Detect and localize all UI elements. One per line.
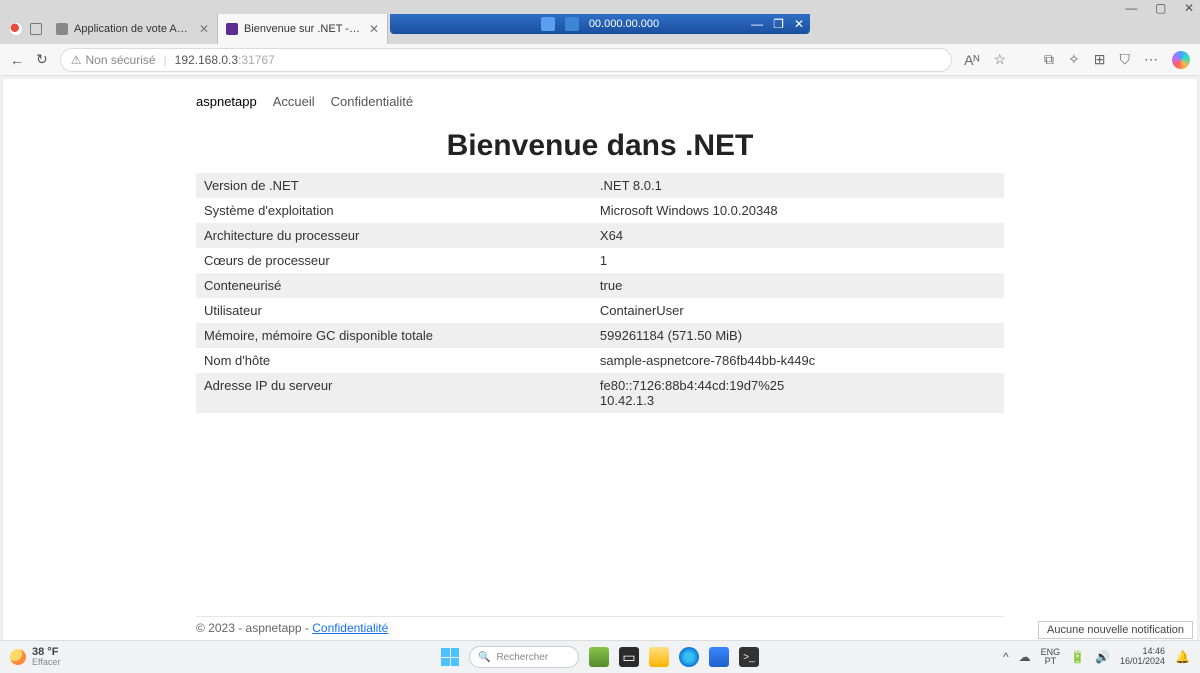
info-value: Microsoft Windows 10.0.20348 <box>592 198 1004 223</box>
taskbar-app-edge[interactable] <box>679 647 699 667</box>
back-button[interactable]: ← <box>10 52 24 68</box>
browser-addressbar: ← ↻ ⚠ Non sécurisé | 192.168.0.3:31767 A… <box>0 44 1200 76</box>
table-row: UtilisateurContainerUser <box>196 298 1004 323</box>
tray-language[interactable]: ENG PT <box>1041 648 1061 666</box>
taskbar-app-terminal[interactable]: >_ <box>739 647 759 667</box>
info-table: Version de .NET.NET 8.0.1Système d'explo… <box>196 173 1004 413</box>
reload-button[interactable]: ↻ <box>36 51 48 68</box>
table-row: Nom d'hôtesample-aspnetcore-786fb44bb-k4… <box>196 348 1004 373</box>
page-content: aspnetapp Accueil Confidentialité Bienve… <box>2 78 1198 642</box>
start-button[interactable] <box>441 648 459 666</box>
window-minimize[interactable]: — <box>1125 1 1137 15</box>
tab-title: Bienvenue sur .NET - aspnet... <box>244 23 363 35</box>
info-value: true <box>592 273 1004 298</box>
search-icon: 🔍 <box>478 652 490 663</box>
info-value: sample-aspnetcore-786fb44bb-k449c <box>592 348 1004 373</box>
page-icon <box>226 23 238 35</box>
info-key: Mémoire, mémoire GC disponible totale <box>196 323 592 348</box>
table-row: Mémoire, mémoire GC disponible totale599… <box>196 323 1004 348</box>
rdp-connection-bar[interactable]: 00.000.00.000 — ❐ ✕ <box>390 14 810 34</box>
window-close[interactable]: ✕ <box>1184 1 1194 15</box>
table-row: Système d'exploitationMicrosoft Windows … <box>196 198 1004 223</box>
table-row: Version de .NET.NET 8.0.1 <box>196 173 1004 198</box>
window-maximize[interactable]: ▢ <box>1155 1 1166 15</box>
read-aloud-icon[interactable]: Aᴺ <box>964 52 979 68</box>
collections-icon[interactable]: ⊞ <box>1094 51 1106 68</box>
tray-battery-icon[interactable]: 🔋 <box>1070 650 1085 664</box>
rdp-minimize[interactable]: — <box>751 17 763 31</box>
info-key: Architecture du processeur <box>196 223 592 248</box>
tabs-overview-icon[interactable] <box>30 23 42 35</box>
windows-taskbar: 38 °F Effacer 🔍 Rechercher ▭ >_ ^ ☁ ENG … <box>0 640 1200 673</box>
warning-icon: ⚠ <box>71 53 82 67</box>
info-value: 599261184 (571.50 MiB) <box>592 323 1004 348</box>
more-menu-icon[interactable]: ⋯ <box>1144 51 1158 68</box>
rdp-restore[interactable]: ❐ <box>773 17 784 31</box>
info-key: Système d'exploitation <box>196 198 592 223</box>
nav-home[interactable]: Accueil <box>273 94 315 109</box>
weather-label: Effacer <box>32 658 60 667</box>
info-key: Version de .NET <box>196 173 592 198</box>
taskbar-app-explorer[interactable] <box>649 647 669 667</box>
tray-clock[interactable]: 14:46 16/01/2024 <box>1120 647 1165 667</box>
taskbar-app-store[interactable] <box>709 647 729 667</box>
tab-title: Application de vote Azure <box>74 23 193 35</box>
taskbar-app-taskview[interactable]: ▭ <box>619 647 639 667</box>
table-row: Cœurs de processeur1 <box>196 248 1004 273</box>
tray-volume-icon[interactable]: 🔊 <box>1095 650 1110 664</box>
tab-azure-voting[interactable]: Application de vote Azure ✕ <box>48 14 218 44</box>
rdp-signal-icon <box>565 17 579 31</box>
browser-tabstrip: Application de vote Azure ✕ Bienvenue su… <box>0 14 1200 44</box>
tray-notifications-icon[interactable]: 🔔 <box>1175 650 1190 664</box>
close-icon[interactable]: ✕ <box>369 22 379 36</box>
info-key: Nom d'hôte <box>196 348 592 373</box>
page-icon <box>56 23 68 35</box>
tray-chevron-icon[interactable]: ^ <box>1003 650 1009 664</box>
profile-icon[interactable] <box>10 23 22 35</box>
table-row: Conteneurisétrue <box>196 273 1004 298</box>
split-screen-icon[interactable]: ⧉ <box>1044 51 1054 68</box>
brand[interactable]: aspnetapp <box>196 94 257 109</box>
info-value: fe80::7126:88b4:44cd:19d7%25 10.42.1.3 <box>592 373 1004 413</box>
table-row: Architecture du processeurX64 <box>196 223 1004 248</box>
page-footer: © 2023 - aspnetapp - Confidentialité <box>196 616 1004 635</box>
rdp-ip: 00.000.00.000 <box>589 18 659 30</box>
favorites-icon[interactable]: ✧ <box>1068 51 1080 68</box>
extensions-icon[interactable]: ⛉ <box>1120 51 1131 68</box>
page-title: Bienvenue dans .NET <box>196 129 1004 163</box>
info-key: Conteneurisé <box>196 273 592 298</box>
favorite-star-icon[interactable]: ☆ <box>993 51 1006 68</box>
copilot-icon[interactable] <box>1172 51 1190 69</box>
table-row: Adresse IP du serveurfe80::7126:88b4:44c… <box>196 373 1004 413</box>
info-value: .NET 8.0.1 <box>592 173 1004 198</box>
info-value: 1 <box>592 248 1004 273</box>
address-input[interactable]: ⚠ Non sécurisé | 192.168.0.3:31767 <box>60 48 952 72</box>
nav-privacy[interactable]: Confidentialité <box>331 94 413 109</box>
info-key: Utilisateur <box>196 298 592 323</box>
info-value: ContainerUser <box>592 298 1004 323</box>
info-key: Cœurs de processeur <box>196 248 592 273</box>
weather-icon <box>10 649 26 665</box>
tray-onedrive-icon[interactable]: ☁ <box>1019 650 1031 664</box>
window-titlebar: — ▢ ✕ <box>0 0 1200 14</box>
info-key: Adresse IP du serveur <box>196 373 592 413</box>
notification-toast[interactable]: Aucune nouvelle notification <box>1038 621 1193 639</box>
taskbar-weather[interactable]: 38 °F Effacer <box>0 647 120 667</box>
taskbar-search[interactable]: 🔍 Rechercher <box>469 646 579 668</box>
close-icon[interactable]: ✕ <box>199 22 209 36</box>
tab-aspnet-welcome[interactable]: Bienvenue sur .NET - aspnet... ✕ <box>218 14 388 44</box>
rdp-close[interactable]: ✕ <box>794 17 804 31</box>
info-value: X64 <box>592 223 1004 248</box>
rdp-pin-icon[interactable] <box>541 17 555 31</box>
taskbar-app-suse[interactable] <box>589 647 609 667</box>
footer-privacy-link[interactable]: Confidentialité <box>312 621 388 635</box>
url-text: 192.168.0.3:31767 <box>175 53 275 67</box>
not-secure-badge[interactable]: ⚠ Non sécurisé <box>71 53 156 67</box>
site-navbar: aspnetapp Accueil Confidentialité <box>196 79 1004 123</box>
